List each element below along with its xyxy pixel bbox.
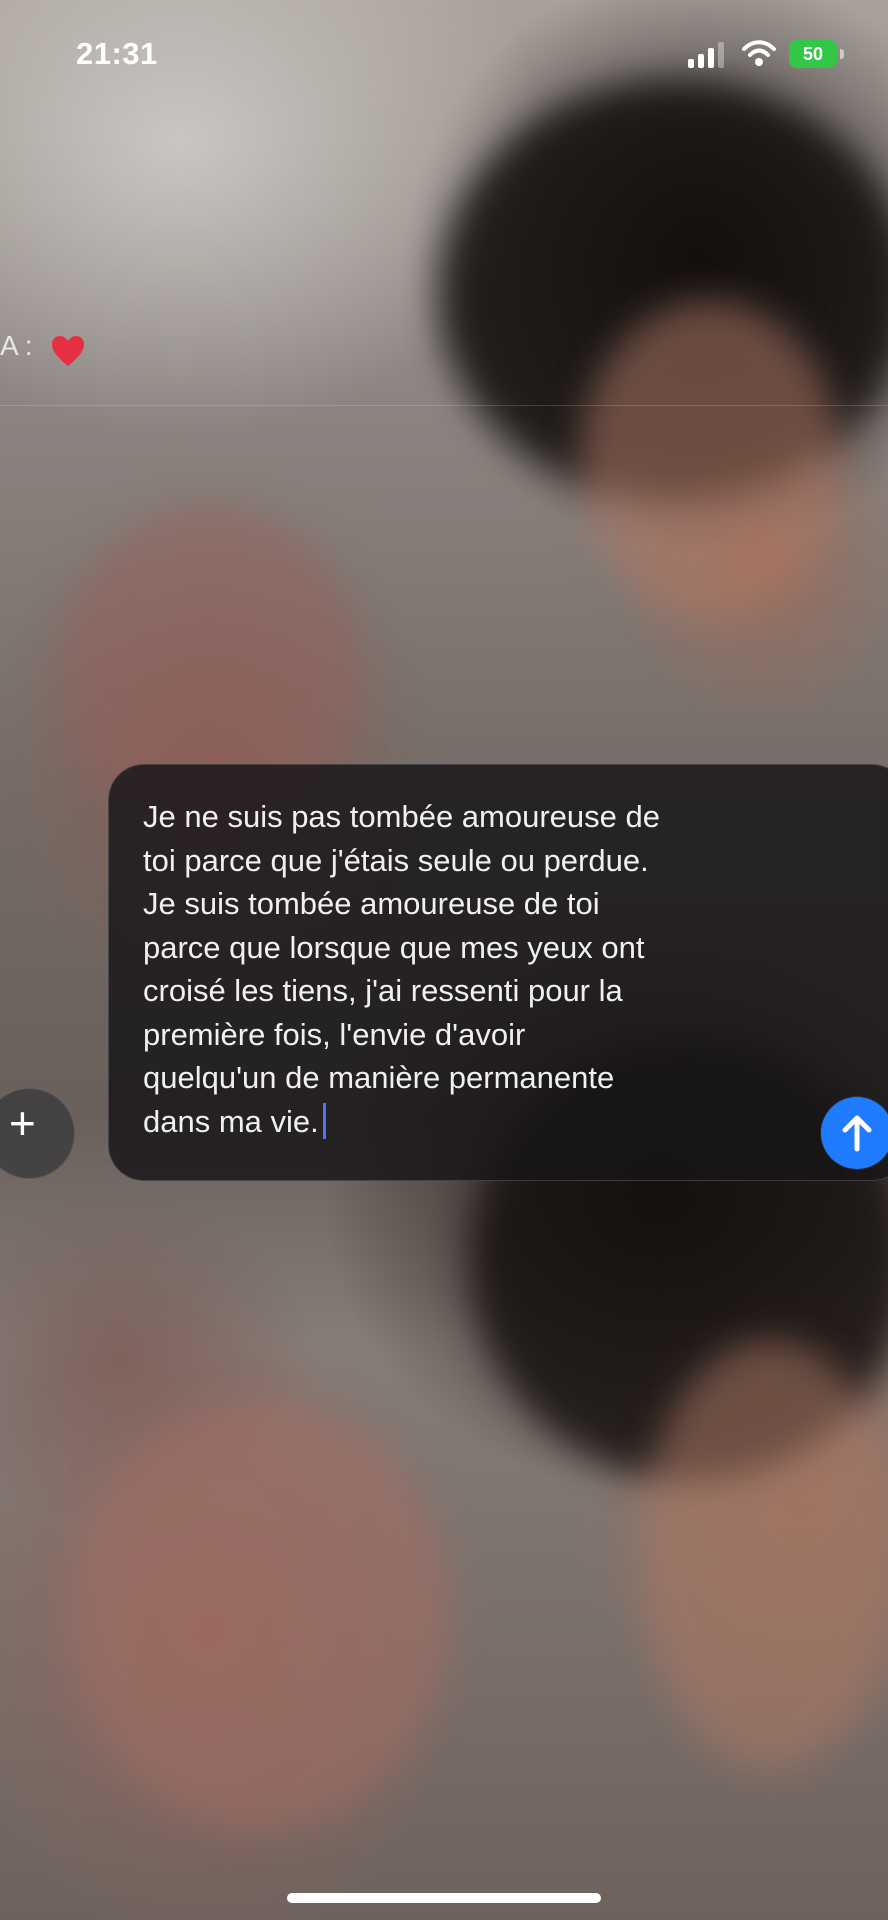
heart-icon <box>52 336 84 366</box>
wifi-icon <box>742 40 776 66</box>
arrow-up-icon <box>842 1115 872 1152</box>
battery-percent: 50 <box>802 44 824 64</box>
home-indicator[interactable] <box>287 1893 601 1903</box>
status-time: 21:31 <box>76 36 158 71</box>
status-bar: 21:31 50 <box>0 0 888 110</box>
battery-tip <box>840 49 844 59</box>
cellular-signal-icon <box>688 42 730 68</box>
send-button[interactable] <box>821 1097 888 1169</box>
message-text: Je ne suis pas tombée amoureuse de toi p… <box>143 799 660 1139</box>
message-text-input[interactable]: Je ne suis pas tombée amoureuse de toi p… <box>143 795 833 1143</box>
reply-preview-label: A : <box>0 330 33 361</box>
message-composer[interactable]: Je ne suis pas tombée amoureuse de toi p… <box>108 764 888 1181</box>
text-cursor <box>322 1102 326 1139</box>
plus-icon: + <box>9 1097 36 1149</box>
battery-icon: 50 <box>789 40 837 68</box>
background-blur-face-bottom-right <box>640 1340 888 1770</box>
background-blur-face-top-right <box>580 300 840 620</box>
background-blur-face-bottom-left <box>70 1400 450 1830</box>
conversation-divider <box>0 405 888 406</box>
